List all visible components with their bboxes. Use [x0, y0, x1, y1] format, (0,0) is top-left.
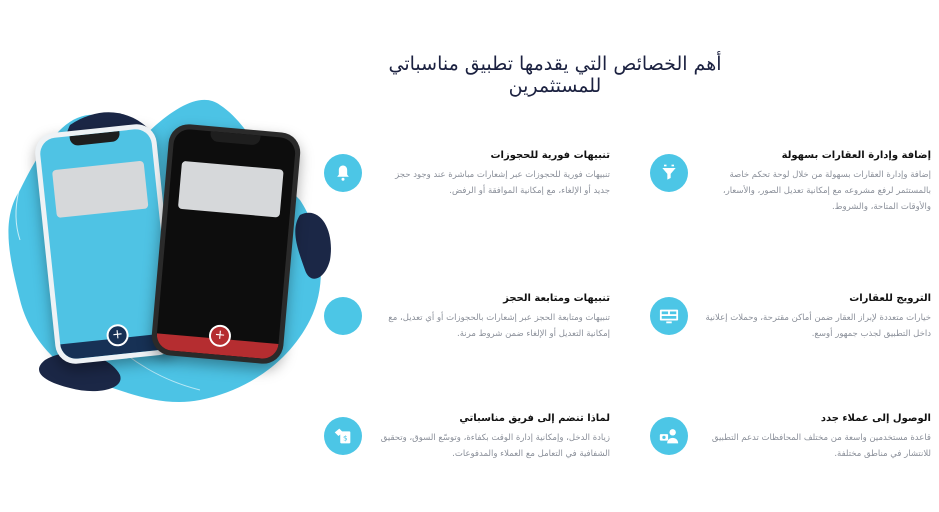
feature-title: تنبيهات فورية للحجوزات: [490, 150, 610, 161]
bell-icon: [324, 154, 362, 192]
phones-illustration: + +: [0, 90, 340, 420]
feature-title: الوصول إلى عملاء جدد: [820, 413, 931, 424]
funnel-icon: [650, 154, 688, 192]
feature-desc: زيادة الدخل، وإمكانية إدارة الوقت بكفاءة…: [380, 433, 610, 459]
feature-title: الترويج للعقارات: [849, 293, 931, 304]
phone-dark-screen: +: [155, 128, 297, 360]
phone-notch: [209, 131, 261, 146]
phone-card: [177, 160, 284, 218]
customer-icon: [650, 417, 688, 455]
phone-card: [51, 160, 149, 218]
feature-desc: قاعدة مستخدمين واسعة من مختلف المحافظات …: [711, 433, 931, 459]
svg-text:$: $: [343, 434, 348, 443]
feature-desc: خيارات متعددة لإبراز العقار ضمن أماكن مق…: [705, 313, 931, 339]
promo-screen-icon: [650, 297, 688, 335]
feature-title: إضافة وإدارة العقارات بسهولة: [781, 150, 931, 161]
phone-dark: +: [150, 122, 302, 366]
feature-desc: تنبيهات ومتابعة الحجز عبر إشعارات بالحجو…: [388, 313, 610, 339]
feature-desc: إضافة وإدارة العقارات بسهولة من خلال لوح…: [722, 170, 931, 212]
feature-title: لماذا تنضم إلى فريق مناسباتي: [459, 413, 610, 424]
feature-title: تنبيهات ومتابعة الحجز: [503, 293, 610, 304]
phone-notch: [69, 130, 121, 147]
money-tag-icon: $: [324, 417, 362, 455]
feature-desc: تنبيهات فورية للحجوزات عبر إشعارات مباشر…: [395, 170, 610, 196]
page-title: أهم الخصائص التي يقدمها تطبيق مناسباتي ل…: [388, 52, 722, 97]
blank-icon: [324, 297, 362, 335]
